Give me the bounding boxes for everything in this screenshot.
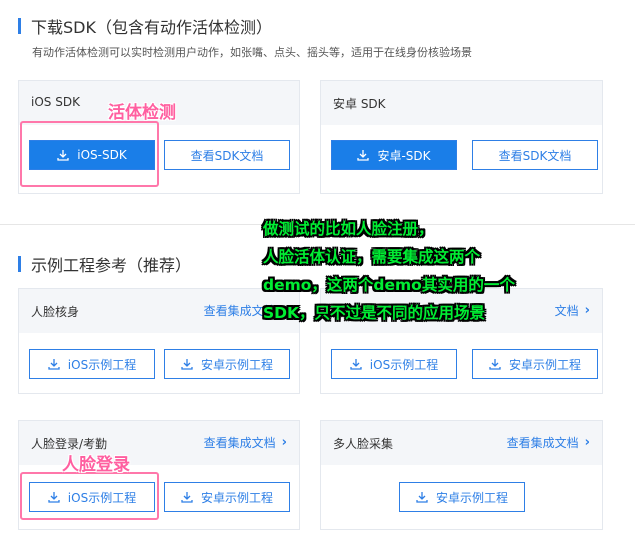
annotation-note: 做测试的比如人脸注册， 人脸活体认证，需要集成这两个 demo，这两个demo其… xyxy=(263,215,563,327)
download-icon xyxy=(181,492,193,503)
android-demo-button[interactable]: 安卓示例工程 xyxy=(472,349,598,379)
button-label: 安卓示例工程 xyxy=(200,490,273,505)
button-label: iOS示例工程 xyxy=(369,357,439,372)
card-title: 安卓 SDK xyxy=(333,97,386,111)
section-description: 有动作活体检测可以实时检测用户动作，如张嘴、点头、摇头等，适用于在线身份核验场景 xyxy=(32,46,472,59)
chevron-right-icon: › xyxy=(584,435,590,450)
android-demo-button[interactable]: 安卓示例工程 xyxy=(164,482,290,512)
section-bar xyxy=(18,256,21,272)
section-title-download-sdk: 下载SDK（包含有动作活体检测） xyxy=(18,14,272,38)
demo-card-multi-face: 多人脸采集 查看集成文档 › 安卓示例工程 xyxy=(320,420,603,530)
chevron-right-icon: › xyxy=(281,435,287,450)
download-icon xyxy=(181,359,193,370)
button-label: iOS示例工程 xyxy=(67,357,137,372)
ios-demo-button[interactable]: iOS示例工程 xyxy=(331,349,457,379)
download-icon xyxy=(416,492,428,503)
annotation-note-line: demo，这两个demo其实用的一个 xyxy=(263,276,515,294)
link-label: 查看集成文档 xyxy=(203,436,276,450)
liveness-annotation-label: 活体检测 xyxy=(108,103,176,123)
ios-sdk-docs-button[interactable]: 查看SDK文档 xyxy=(164,140,290,170)
annotation-note-line: SDK，只不过是不同的应用场景 xyxy=(263,304,486,322)
android-demo-button[interactable]: 安卓示例工程 xyxy=(399,482,525,512)
download-icon xyxy=(357,150,370,161)
face-login-annotation-label: 人脸登录 xyxy=(62,455,130,475)
integration-docs-link[interactable]: 查看集成文档 › xyxy=(204,434,287,451)
android-sdk-card: 安卓 SDK 安卓-SDK 查看SDK文档 xyxy=(320,80,603,194)
card-title: 多人脸采集 xyxy=(333,437,394,451)
button-label: 安卓-SDK xyxy=(377,148,431,163)
liveness-highlight-box xyxy=(20,121,159,187)
card-title: iOS SDK xyxy=(31,95,80,109)
section-title-demo-projects: 示例工程参考（推荐） xyxy=(18,252,191,276)
integration-docs-link[interactable]: 查看集成文档 › xyxy=(507,434,590,451)
download-icon xyxy=(48,359,60,370)
button-label: 安卓示例工程 xyxy=(200,357,273,372)
annotation-note-line: 人脸活体认证，需要集成这两个 xyxy=(263,248,481,266)
face-login-highlight-box xyxy=(20,472,159,520)
section-bar xyxy=(18,18,21,34)
section-title-text: 下载SDK（包含有动作活体检测） xyxy=(31,18,272,37)
download-icon xyxy=(489,359,501,370)
demo-card-face-verification: 人脸核身 查看集成文档 › iOS示例工程 安卓示例工程 xyxy=(18,288,300,394)
ios-demo-button[interactable]: iOS示例工程 xyxy=(29,349,155,379)
android-sdk-download-button[interactable]: 安卓-SDK xyxy=(331,140,457,170)
download-icon xyxy=(350,359,362,370)
button-label: 安卓示例工程 xyxy=(508,357,581,372)
android-sdk-docs-button[interactable]: 查看SDK文档 xyxy=(472,140,598,170)
annotation-note-line: 做测试的比如人脸注册， xyxy=(263,220,434,238)
button-label: 查看SDK文档 xyxy=(498,148,572,163)
section-title-text: 示例工程参考（推荐） xyxy=(31,256,192,275)
card-title: 人脸核身 xyxy=(31,305,80,319)
android-demo-button[interactable]: 安卓示例工程 xyxy=(164,349,290,379)
button-label: 安卓示例工程 xyxy=(435,490,508,505)
button-label: 查看SDK文档 xyxy=(190,148,264,163)
link-label: 查看集成文档 xyxy=(506,436,579,450)
chevron-right-icon: › xyxy=(584,303,590,318)
